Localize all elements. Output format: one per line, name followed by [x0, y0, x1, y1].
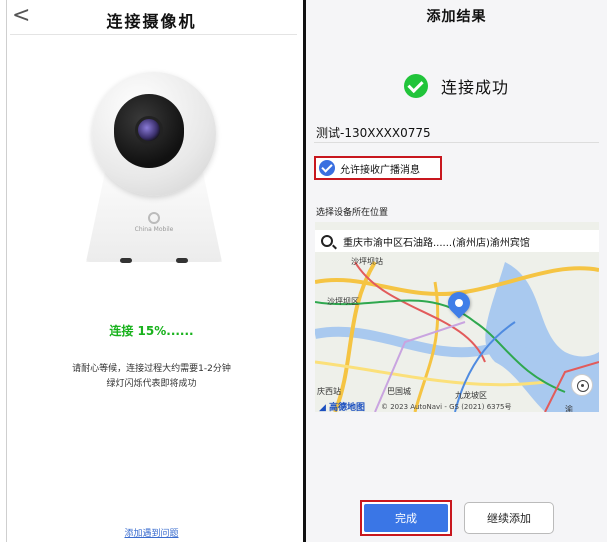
map-brand-logo: ◢ 高德地图: [319, 403, 366, 412]
map-place-jiulong: 九龙坡区: [455, 391, 487, 400]
location-label: 选择设备所在位置: [316, 208, 389, 218]
location-map[interactable]: 重庆市渝中区石油路......(渝州店)渝州宾馆 沙坪坝站 沙坪坝区 庆西站 巴…: [315, 222, 599, 412]
continue-add-button[interactable]: 继续添加: [464, 502, 554, 534]
camera-foot: [120, 258, 132, 263]
page-title: 添加结果: [426, 9, 487, 25]
map-place-bagu: 巴国城: [387, 387, 411, 396]
camera-brand-text: China Mobile: [134, 226, 174, 233]
header-divider: [10, 34, 297, 35]
done-button[interactable]: 完成: [360, 500, 452, 536]
done-button-label[interactable]: 完成: [364, 504, 448, 532]
device-name-underline: [314, 142, 599, 143]
checkbox-checked-icon[interactable]: [319, 160, 335, 176]
map-place-west: 庆西站: [317, 387, 341, 396]
camera-image: China Mobile: [80, 72, 230, 272]
page-title: 连接摄像机: [106, 12, 197, 31]
wait-hint-line1: 请耐心等候，连接过程大约需要1-2分钟: [72, 364, 231, 374]
success-row: 连接成功: [306, 74, 607, 98]
consent-label: 允许接收广播消息: [340, 164, 420, 176]
broadcast-consent-option[interactable]: 允许接收广播消息: [314, 156, 442, 180]
connection-progress-text: 连接 15%......: [109, 324, 194, 338]
add-result-screen: 添加结果 连接成功 测试-130XXXX0775 允许接收广播消息 选择设备所在…: [306, 0, 607, 542]
camera-foot: [176, 258, 188, 263]
map-search-bar[interactable]: 重庆市渝中区石油路......(渝州店)渝州宾馆: [315, 230, 599, 252]
camera-lens: [135, 116, 163, 144]
map-place-district: 沙坪坝区: [327, 297, 359, 306]
map-place-partial: 渝: [565, 405, 573, 412]
brand-logo-icon: [148, 212, 160, 224]
left-edge-line: [6, 0, 7, 542]
device-name-field[interactable]: 测试-130XXXX0775: [316, 124, 431, 141]
map-place-station: 沙坪坝站: [351, 257, 383, 266]
success-text: 连接成功: [441, 78, 510, 97]
search-icon: [321, 235, 333, 247]
connect-camera-screen: < 连接摄像机 China Mobile 连接 15%...... 请耐心等候，…: [0, 0, 303, 542]
success-check-icon: [403, 74, 428, 98]
map-search-text: 重庆市渝中区石油路......(渝州店)渝州宾馆: [343, 237, 530, 249]
camera-brand-logo: China Mobile: [126, 212, 182, 233]
wait-hint-line2: 绿灯闪烁代表即将成功: [106, 379, 197, 389]
help-link[interactable]: 添加遇到问题: [0, 526, 303, 539]
locate-icon[interactable]: [571, 374, 593, 396]
map-copyright: © 2023 AutoNavi - GS (2021) 6375号: [381, 403, 512, 411]
